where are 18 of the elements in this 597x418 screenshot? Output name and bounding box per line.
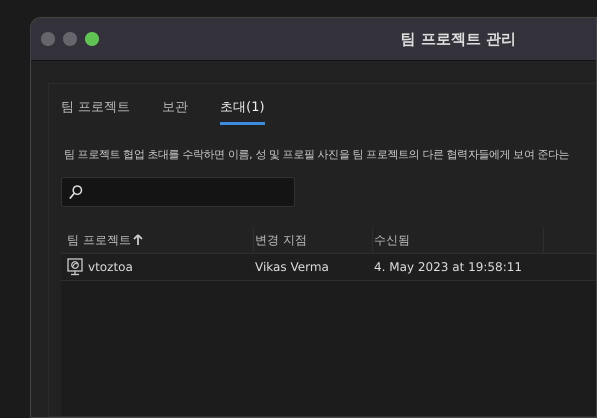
tab[interactable]: 초대(1) xyxy=(220,96,265,124)
description-text: 팀 프로젝트 협업 초대를 수락하면 이름, 성 및 프로필 사진을 팀 프로젝트의 다른 협력자들에게 보여 준다는 xyxy=(64,146,570,162)
column-header[interactable]: 수신됨 xyxy=(374,231,410,249)
table-cell-text: vtoztoa xyxy=(88,259,133,276)
close-button[interactable] xyxy=(41,32,55,46)
window-title: 팀 프로젝트 관리 xyxy=(400,28,516,50)
minimize-button[interactable] xyxy=(63,32,77,46)
column-header[interactable]: 팀 프로젝트 xyxy=(67,231,131,249)
table-cell-text: 4. May 2023 at 19:58:11 xyxy=(374,259,522,276)
table-row[interactable]: vtoztoa Vikas Verma 4. May 2023 at 19:58:11 xyxy=(61,253,596,281)
table-cell-text: Vikas Verma xyxy=(255,259,329,276)
search-field[interactable] xyxy=(61,177,295,207)
tab[interactable]: 보관 xyxy=(162,96,188,124)
column-header[interactable]: 변경 지점 xyxy=(255,231,307,249)
project-monitor-icon xyxy=(67,258,83,276)
zoom-button[interactable] xyxy=(85,32,99,46)
search-icon xyxy=(68,184,83,200)
tab[interactable]: 팀 프로젝트 xyxy=(61,96,130,124)
